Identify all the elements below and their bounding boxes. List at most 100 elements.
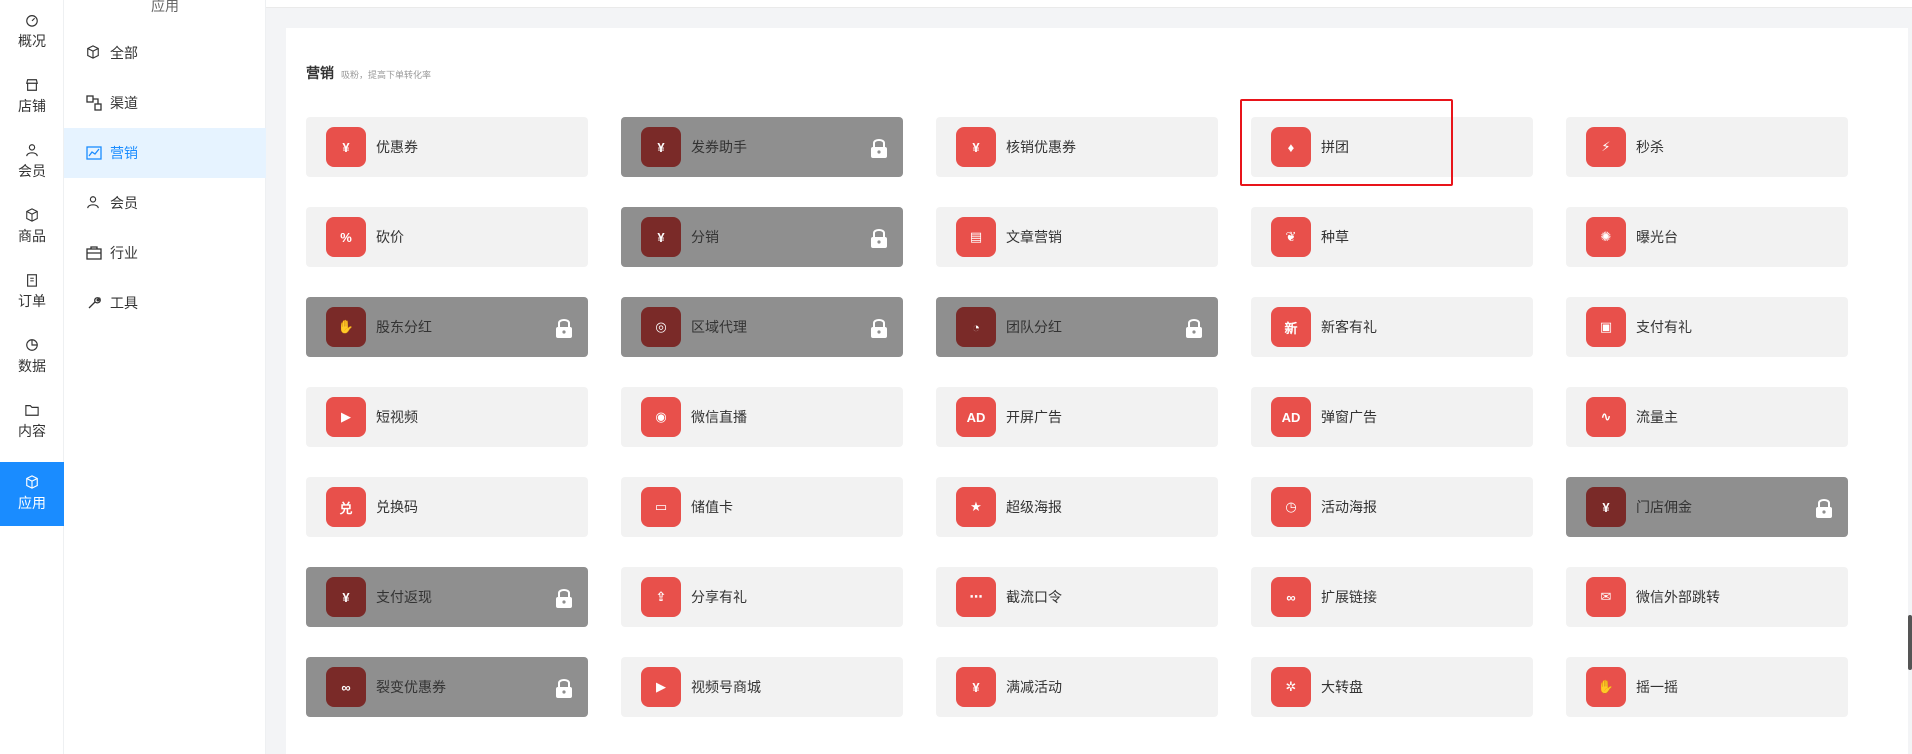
app-tile[interactable]: ▭ 储值卡 [621,477,903,537]
app-tile[interactable]: ❦ 种草 [1251,207,1533,267]
app-tile[interactable]: ◔ 团队分红 [936,297,1218,357]
app-tile[interactable]: ¥ 发券助手 [621,117,903,177]
app-tile-label: 优惠券 [376,139,418,155]
app-icon: ⋯ [956,577,996,617]
app-tile[interactable]: % 砍价 [306,207,588,267]
channel-icon [86,95,102,111]
section-title: 营销 [306,65,334,81]
app-tile[interactable]: ★ 超级海报 [936,477,1218,537]
app-tile[interactable]: ∞ 裂变优惠券 [306,657,588,717]
app-tile[interactable]: ⚡ 秒杀 [1566,117,1848,177]
app-tile[interactable]: ¥ 满减活动 [936,657,1218,717]
app-icon: ∞ [326,667,366,707]
app-icon: 兑 [326,487,366,527]
user-icon [86,195,102,211]
marketing-card: 营销 吸粉，提高下单转化率 ¥ 优惠券 ¥ 发券助手 ¥ 核销优惠券 ♦ 拼团 ⚡ 秒杀% 砍价 ¥ 分… [286,28,1908,754]
app-tile-label: 秒杀 [1636,139,1664,155]
rail-item-3[interactable]: 商品 [0,195,64,259]
app-tile[interactable]: ▤ 文章营销 [936,207,1218,267]
app-tile[interactable]: ▶ 短视频 [306,387,588,447]
rail-item-2[interactable]: 会员 [0,130,64,194]
app-icon: ∿ [1586,397,1626,437]
chart-icon [86,145,102,161]
rail-item-label: 订单 [18,293,46,309]
app-tile-label: 扩展链接 [1321,589,1377,605]
subnav-item-4[interactable]: 行业 [64,228,266,278]
subnav-item-0[interactable]: 全部 [64,28,266,78]
app-tile[interactable]: ◷ 活动海报 [1251,477,1533,537]
app-tile-label: 分享有礼 [691,589,747,605]
app-tile[interactable]: ◉ 微信直播 [621,387,903,447]
app-tile[interactable]: ¥ 支付返现 [306,567,588,627]
app-tile-label: 弹窗广告 [1321,409,1377,425]
subnav-item-1[interactable]: 渠道 [64,78,266,128]
app-icon: ▶ [641,667,681,707]
app-tile-label: 区域代理 [691,319,747,335]
app-tile[interactable]: ⇪ 分享有礼 [621,567,903,627]
app-tile-label: 兑换码 [376,499,418,515]
app-tile-label: 微信直播 [691,409,747,425]
app-tile[interactable]: ⋯ 截流口令 [936,567,1218,627]
app-tile[interactable]: AD 开屏广告 [936,387,1218,447]
subnav-item-3[interactable]: 会员 [64,178,266,228]
rail-item-label: 应用 [18,495,46,511]
app-tile[interactable]: ▶ 视频号商城 [621,657,903,717]
app-tile[interactable]: ¥ 分销 [621,207,903,267]
app-icon: ▤ [956,217,996,257]
app-tile-label: 满减活动 [1006,679,1062,695]
app-tile-label: 储值卡 [691,499,733,515]
subnav-item-label: 全部 [110,45,138,61]
app-tile[interactable]: ♦ 拼团 [1251,117,1533,177]
app-tile-label: 股东分红 [376,319,432,335]
app-icon: ▭ [641,487,681,527]
app-tile[interactable]: ∿ 流量主 [1566,387,1848,447]
app-tile[interactable]: ✺ 曝光台 [1566,207,1848,267]
app-tile[interactable]: AD 弹窗广告 [1251,387,1533,447]
lock-icon [869,227,889,249]
app-tile-label: 支付返现 [376,589,432,605]
rail-item-label: 数据 [18,358,46,374]
app-icon: ▶ [326,397,366,437]
app-tile-label: 超级海报 [1006,499,1062,515]
app-tile[interactable]: ✋ 摇一摇 [1566,657,1848,717]
app-tile-label: 种草 [1321,229,1349,245]
app-icon: ◉ [641,397,681,437]
app-tile[interactable]: ¥ 优惠券 [306,117,588,177]
app-tile[interactable]: 新新客有礼 [1251,297,1533,357]
app-tile-label: 摇一摇 [1636,679,1678,695]
main-nav-rail: 概况 店铺 会员 商品订单数据内容应用 [0,0,64,754]
lock-icon [554,587,574,609]
rail-item-0[interactable]: 概况 [0,0,64,64]
app-tile[interactable]: ▣ 支付有礼 [1566,297,1848,357]
rail-item-1[interactable]: 店铺 [0,65,64,129]
app-tile[interactable]: ✋ 股东分红 [306,297,588,357]
app-tile[interactable]: ◎ 区域代理 [621,297,903,357]
rail-item-4[interactable]: 订单 [0,260,64,324]
app-icon: ✋ [1586,667,1626,707]
rail-item-6[interactable]: 内容 [0,390,64,454]
app-tile[interactable]: ∞ 扩展链接 [1251,567,1533,627]
rail-item-label: 内容 [18,423,46,439]
app-tile[interactable]: ¥ 门店佣金 [1566,477,1848,537]
lock-icon [554,677,574,699]
app-icon: AD [956,397,996,437]
cube-icon [86,45,102,61]
app-tile[interactable]: ✲ 大转盘 [1251,657,1533,717]
subnav-item-2[interactable]: 营销 [64,128,266,178]
app-icon: ◎ [641,307,681,347]
app-tile[interactable]: 兑兑换码 [306,477,588,537]
subnav-title: 应用 [151,0,179,14]
lock-icon [869,317,889,339]
subnav-item-5[interactable]: 工具 [64,278,266,328]
scrollbar-thumb[interactable] [1908,615,1912,670]
rail-item-5[interactable]: 数据 [0,325,64,389]
app-tile[interactable]: ¥ 核销优惠券 [936,117,1218,177]
app-tile[interactable]: ✉ 微信外部跳转 [1566,567,1848,627]
app-icon: ¥ [956,127,996,167]
rail-item-7[interactable]: 应用 [0,462,64,526]
app-icon: ♦ [1271,127,1311,167]
app-tile-label: 新客有礼 [1321,319,1377,335]
wrench-icon [86,295,102,311]
app-icon: ¥ [641,217,681,257]
app-tile-label: 裂变优惠券 [376,679,446,695]
